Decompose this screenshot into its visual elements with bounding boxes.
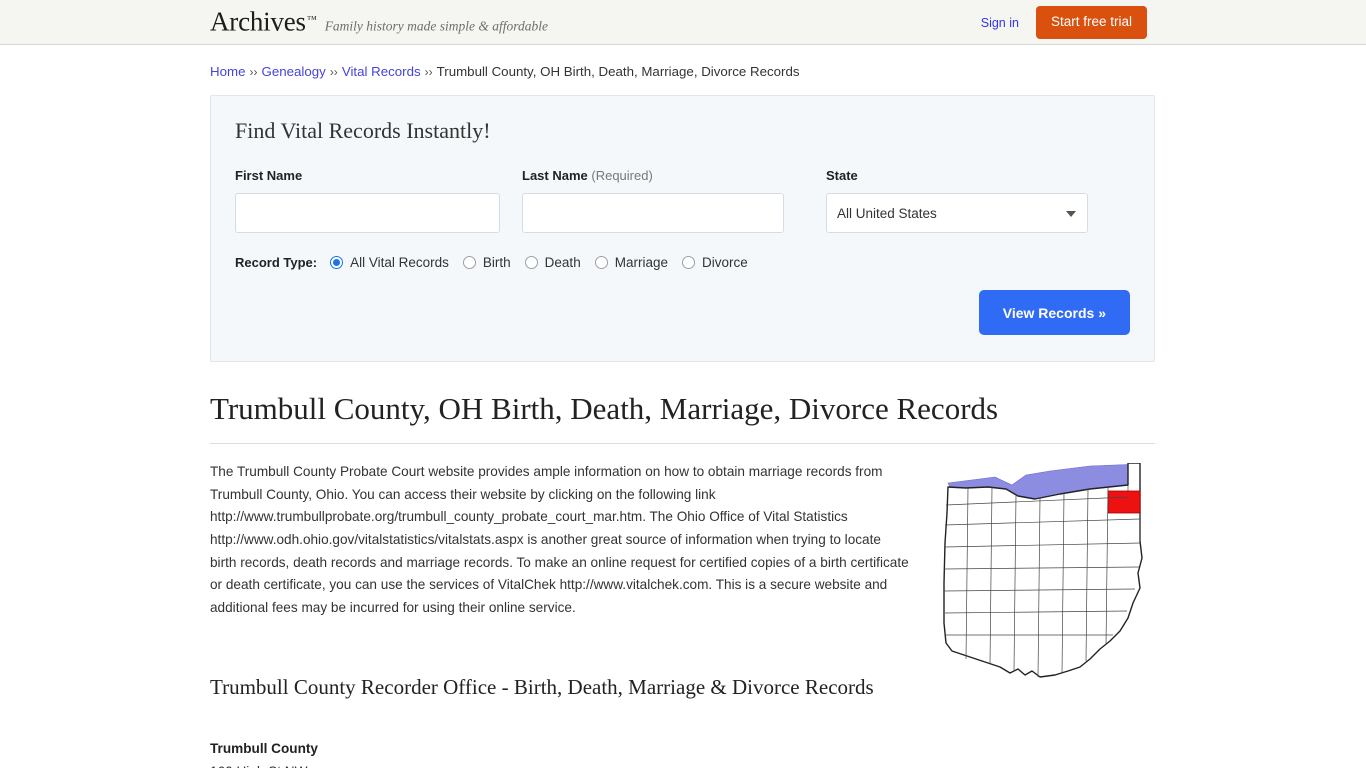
- brand-tagline: Family history made simple & affordable: [324, 18, 549, 34]
- first-name-input[interactable]: [235, 193, 500, 233]
- last-name-input[interactable]: [522, 193, 784, 233]
- breadcrumb-item-genealogy[interactable]: Genealogy: [261, 64, 325, 79]
- state-select[interactable]: All United States: [826, 193, 1088, 233]
- recorder-office-address: Trumbull County 160 High St NW Warren, O…: [210, 738, 1155, 768]
- last-name-field-group: Last Name (Required): [522, 168, 784, 233]
- radio-death[interactable]: Death: [524, 255, 581, 270]
- last-name-label-text: Last Name: [522, 168, 588, 183]
- radio-icon[interactable]: [462, 256, 476, 269]
- breadcrumb: Home ›› Genealogy ›› Vital Records ›› Trumbull…: [210, 63, 1155, 81]
- article-content: The Trumbull County Probate Court websit…: [210, 461, 1155, 678]
- sign-in-link[interactable]: Sign in: [981, 16, 1019, 30]
- breadcrumb-separator: ››: [424, 65, 433, 79]
- radio-label-all-vital-records: All Vital Records: [350, 255, 449, 270]
- brand-name: Archives: [210, 6, 306, 37]
- ohio-county-map: [940, 463, 1155, 683]
- breadcrumb-separator: ››: [329, 65, 338, 79]
- radio-icon[interactable]: [524, 256, 538, 269]
- search-panel-title: Find Vital Records Instantly!: [235, 118, 491, 143]
- breadcrumb-separator: ››: [249, 65, 258, 79]
- radio-label-birth: Birth: [482, 255, 511, 270]
- radio-divorce[interactable]: Divorce: [681, 255, 748, 270]
- view-records-button[interactable]: View Records »: [978, 290, 1130, 335]
- radio-marriage[interactable]: Marriage: [594, 255, 668, 270]
- radio-icon-selected[interactable]: [330, 256, 344, 269]
- start-free-trial-button[interactable]: Start free trial: [1035, 6, 1147, 39]
- office-street: 160 High St NW: [210, 761, 1155, 768]
- search-fields-row: First Name Last Name (Required) State Al…: [235, 168, 1130, 233]
- radio-label-marriage: Marriage: [614, 255, 668, 270]
- submit-row: View Records »: [235, 290, 1130, 335]
- page-title: Trumbull County, OH Birth, Death, Marria…: [210, 391, 999, 426]
- brand-logo[interactable]: Archives ™ Family history made simple & a…: [210, 6, 549, 37]
- title-divider: [210, 443, 1155, 445]
- intro-paragraph: The Trumbull County Probate Court websit…: [210, 464, 909, 615]
- first-name-field-group: First Name: [235, 168, 500, 233]
- header-actions: Sign in Start free trial: [981, 0, 1147, 45]
- record-type-label: Record Type:: [235, 255, 318, 270]
- site-header: Archives ™ Family history made simple & a…: [0, 0, 1366, 45]
- state-select-wrapper: All United States: [826, 193, 1088, 233]
- state-field-group: State All United States: [826, 168, 1088, 233]
- breadcrumb-item-vital-records[interactable]: Vital Records: [342, 64, 421, 79]
- first-name-label: First Name: [235, 168, 303, 183]
- radio-icon[interactable]: [681, 256, 695, 269]
- breadcrumb-current-page: Trumbull County, OH Birth, Death, Marria…: [436, 64, 800, 79]
- state-label: State: [826, 168, 858, 183]
- record-type-radio-group: Record Type: All Vital Records Birth Dea…: [235, 255, 1130, 270]
- trademark-symbol: ™: [306, 14, 317, 26]
- radio-label-divorce: Divorce: [701, 255, 748, 270]
- radio-icon[interactable]: [594, 256, 608, 269]
- radio-label-death: Death: [544, 255, 581, 270]
- office-name: Trumbull County: [210, 741, 318, 757]
- radio-all-vital-records[interactable]: All Vital Records: [330, 255, 449, 270]
- breadcrumb-item-home[interactable]: Home: [210, 64, 245, 79]
- vital-records-search-panel: Find Vital Records Instantly! First Name…: [210, 95, 1155, 362]
- radio-birth[interactable]: Birth: [462, 255, 511, 270]
- last-name-label: Last Name (Required): [522, 168, 784, 183]
- last-name-required-note: (Required): [591, 168, 653, 183]
